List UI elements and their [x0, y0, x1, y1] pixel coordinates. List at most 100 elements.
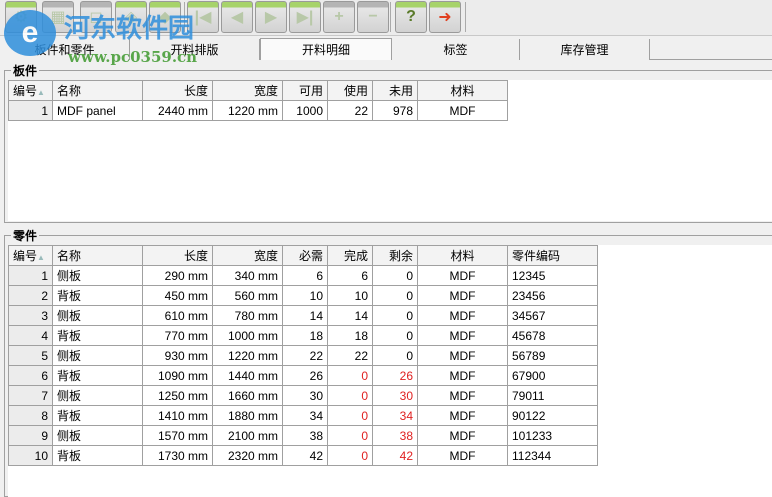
remove-button[interactable]: −: [357, 1, 389, 33]
cell-1: 背板: [52, 365, 143, 386]
column-header[interactable]: 材料: [417, 80, 508, 101]
prev-button[interactable]: ◀: [221, 1, 253, 33]
cell-2: 930 mm: [142, 345, 213, 366]
table-row[interactable]: 9 侧板 1570 mm 2100 mm 38 0 38 MDF 101233: [8, 425, 598, 446]
edit-button[interactable]: ◻: [80, 1, 112, 33]
cell-6: 0: [372, 325, 418, 346]
column-header[interactable]: 剩余: [372, 245, 418, 266]
column-header[interactable]: 长度: [142, 80, 213, 101]
column-header[interactable]: 材料: [417, 245, 508, 266]
cell-0: 1: [8, 265, 53, 286]
cell-8: 79011: [507, 385, 598, 406]
tab-inventory[interactable]: 库存管理: [520, 39, 650, 60]
table-row[interactable]: 5 侧板 930 mm 1220 mm 22 22 0 MDF 56789: [8, 345, 598, 366]
gear-icon: ⚙: [13, 9, 29, 26]
cell-5: 10: [327, 285, 373, 306]
cell-2: 2440 mm: [142, 100, 213, 121]
cell-0: 2: [8, 285, 53, 306]
first-button[interactable]: |◀: [187, 1, 219, 33]
table-row[interactable]: 1 MDF panel 2440 mm 1220 mm 1000 22 978 MDF: [8, 100, 508, 121]
cell-8: 45678: [507, 325, 598, 346]
table-row[interactable]: 10 背板 1730 mm 2320 mm 42 0 42 MDF 112344: [8, 445, 598, 466]
cell-1: 背板: [52, 405, 143, 426]
cell-0: 5: [8, 345, 53, 366]
tab-labels[interactable]: 标签: [392, 39, 520, 60]
column-header[interactable]: 完成: [327, 245, 373, 266]
cell-4: 14: [282, 305, 328, 326]
add-button[interactable]: +: [323, 1, 355, 33]
cell-4: 18: [282, 325, 328, 346]
column-header[interactable]: 必需: [282, 245, 328, 266]
last-button[interactable]: ▶|: [289, 1, 321, 33]
column-header[interactable]: 编号▲: [8, 245, 53, 266]
column-header[interactable]: 长度: [142, 245, 213, 266]
cell-6: 38: [372, 425, 418, 446]
cell-5: 0: [327, 385, 373, 406]
toolbar: ⚙ ▦ ◻ ◈ ◆ |◀ ◀ ▶ ▶| + −? ➜: [0, 0, 772, 36]
column-header[interactable]: 名称: [52, 245, 143, 266]
cell-6: 0: [372, 305, 418, 326]
cell-0: 10: [8, 445, 53, 466]
table-row[interactable]: 4 背板 770 mm 1000 mm 18 18 0 MDF 45678: [8, 325, 598, 346]
cell-4: 22: [282, 345, 328, 366]
cell-6: 978: [372, 100, 418, 121]
column-header[interactable]: 可用: [282, 80, 328, 101]
column-header[interactable]: 零件编码: [507, 245, 598, 266]
cell-7: MDF: [417, 385, 508, 406]
column-header[interactable]: 名称: [52, 80, 143, 101]
cell-5: 22: [327, 345, 373, 366]
cell-5: 22: [327, 100, 373, 121]
edit-icon: ◻: [89, 9, 103, 26]
cell-5: 18: [327, 325, 373, 346]
cell-7: MDF: [417, 100, 508, 121]
exit-button[interactable]: ➜: [429, 1, 461, 33]
table-row[interactable]: 8 背板 1410 mm 1880 mm 34 0 34 MDF 90122: [8, 405, 598, 426]
parts-table: 编号▲ 名称 长度 宽度 必需 完成 剩余 材料 零件编码 1 侧板 290 mm 340 mm 6 6 0…: [8, 245, 598, 466]
cell-3: 780 mm: [212, 305, 283, 326]
cell-6: 26: [372, 365, 418, 386]
column-header[interactable]: 编号▲: [8, 80, 53, 101]
toolbar-separator: [465, 2, 466, 32]
tab-boards-and-parts[interactable]: 板件和零件: [0, 39, 130, 60]
cell-2: 1570 mm: [142, 425, 213, 446]
cell-5: 6: [327, 265, 373, 286]
optimize-button[interactable]: ◈: [115, 1, 147, 33]
column-header[interactable]: 宽度: [212, 80, 283, 101]
cell-8: 34567: [507, 305, 598, 326]
cell-8: 90122: [507, 405, 598, 426]
cell-3: 2100 mm: [212, 425, 283, 446]
cell-0: 1: [8, 100, 53, 121]
tab-cutting-details[interactable]: 开料明细: [260, 38, 392, 60]
cell-3: 2320 mm: [212, 445, 283, 466]
cell-7: MDF: [417, 325, 508, 346]
settings-button[interactable]: ⚙: [5, 1, 37, 33]
table-row[interactable]: 6 背板 1090 mm 1440 mm 26 0 26 MDF 67900: [8, 365, 598, 386]
column-header[interactable]: 未用: [372, 80, 418, 101]
cell-2: 610 mm: [142, 305, 213, 326]
table-row[interactable]: 7 侧板 1250 mm 1660 mm 30 0 30 MDF 79011: [8, 385, 598, 406]
column-header[interactable]: 宽度: [212, 245, 283, 266]
help-icon: ?: [406, 8, 416, 25]
column-header[interactable]: 使用: [327, 80, 373, 101]
parts-group-label: 零件: [11, 227, 40, 244]
table-row[interactable]: 3 侧板 610 mm 780 mm 14 14 0 MDF 34567: [8, 305, 598, 326]
help-button[interactable]: ?: [395, 1, 427, 33]
refresh-button[interactable]: ◆: [149, 1, 181, 33]
cell-0: 9: [8, 425, 53, 446]
cell-7: MDF: [417, 425, 508, 446]
cell-6: 0: [372, 345, 418, 366]
cell-8: 12345: [507, 265, 598, 286]
boards-group-label: 板件: [11, 62, 40, 79]
tab-cutting-layout[interactable]: 开料排版: [130, 39, 260, 60]
cell-8: 23456: [507, 285, 598, 306]
next-button[interactable]: ▶: [255, 1, 287, 33]
cell-5: 0: [327, 425, 373, 446]
layout-button[interactable]: ▦: [42, 1, 74, 33]
cell-1: MDF panel: [52, 100, 143, 121]
table-row[interactable]: 2 背板 450 mm 560 mm 10 10 0 MDF 23456: [8, 285, 598, 306]
cell-6: 34: [372, 405, 418, 426]
table-row[interactable]: 1 侧板 290 mm 340 mm 6 6 0 MDF 12345: [8, 265, 598, 286]
cell-8: 56789: [507, 345, 598, 366]
toolbar-separator: [390, 2, 391, 32]
cell-3: 1880 mm: [212, 405, 283, 426]
